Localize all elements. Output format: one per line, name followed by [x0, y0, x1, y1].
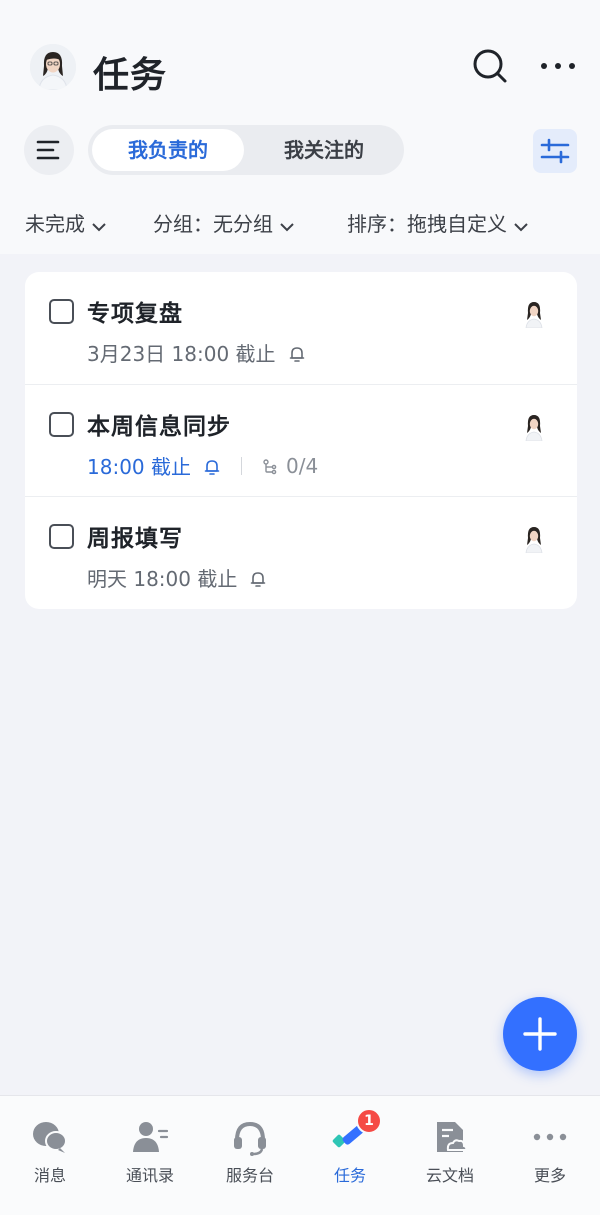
more-dots-icon	[531, 1118, 569, 1156]
group-filter-label: 分组：无分组	[153, 212, 273, 236]
nav-label: 通讯录	[125, 1166, 174, 1185]
task-list: 专项复盘 3月23日 18:00 截止 本周信息同步 18:00 截止 0/4 …	[25, 272, 577, 609]
nav-item-cloud-docs[interactable]: 云文档	[400, 1096, 500, 1215]
sort-filter-label: 排序：拖拽自定义	[347, 212, 507, 236]
nav-item-service-desk[interactable]: 服务台	[200, 1096, 300, 1215]
nav-item-more[interactable]: 更多	[500, 1096, 600, 1215]
chevron-down-icon	[513, 214, 529, 238]
sort-filter[interactable]: 排序：拖拽自定义	[347, 208, 529, 238]
tab-my-responsible[interactable]: 我负责的	[92, 129, 244, 171]
nav-item-contacts[interactable]: 通讯录	[100, 1096, 200, 1215]
status-filter-label: 未完成	[25, 212, 85, 236]
nav-label: 云文档	[425, 1166, 474, 1185]
add-task-button[interactable]	[503, 997, 577, 1071]
tab-row: 我负责的 我关注的	[0, 124, 600, 178]
task-scope-segmented-control: 我负责的 我关注的	[88, 125, 404, 175]
avatar[interactable]	[30, 44, 76, 90]
task-title: 专项复盘	[87, 301, 183, 327]
nav-label: 任务	[333, 1166, 366, 1185]
assignee-avatar[interactable]	[521, 298, 547, 328]
task-due: 明天 18:00 截止	[87, 563, 267, 592]
filter-settings-icon[interactable]	[533, 129, 577, 173]
assignee-avatar[interactable]	[521, 523, 547, 553]
bell-icon	[288, 344, 306, 362]
task-row[interactable]: 专项复盘 3月23日 18:00 截止	[25, 272, 577, 384]
bell-icon	[249, 569, 267, 587]
bell-icon	[203, 457, 221, 475]
task-checkbox[interactable]	[49, 524, 74, 549]
task-row[interactable]: 周报填写 明天 18:00 截止	[25, 496, 577, 608]
status-filter[interactable]: 未完成	[25, 208, 107, 238]
task-title: 周报填写	[87, 526, 183, 552]
plus-icon	[523, 1017, 557, 1051]
more-options-icon[interactable]	[538, 50, 578, 82]
task-due: 18:00 截止 0/4	[87, 451, 318, 480]
chevron-down-icon	[279, 214, 295, 238]
headset-icon	[231, 1118, 269, 1156]
cloud-doc-icon	[431, 1118, 469, 1156]
divider	[241, 456, 242, 475]
tab-my-following[interactable]: 我关注的	[248, 129, 400, 171]
filter-bar: 未完成 分组：无分组 排序：拖拽自定义	[0, 196, 600, 246]
top-bar: 任务	[0, 30, 600, 102]
task-title: 本周信息同步	[87, 414, 231, 440]
menu-icon[interactable]	[24, 125, 74, 175]
task-due: 3月23日 18:00 截止	[87, 338, 306, 367]
subtask-icon	[262, 457, 278, 475]
task-checkbox[interactable]	[49, 299, 74, 324]
nav-item-messages[interactable]: 消息	[0, 1096, 100, 1215]
assignee-avatar[interactable]	[521, 411, 547, 441]
contacts-icon	[131, 1118, 169, 1156]
subtask-count: 0/4	[286, 453, 319, 478]
bottom-nav: 消息 通讯录 服务台 1 任务 云文档 更多	[0, 1095, 600, 1215]
header: 任务 我负责的 我关注的 未完成 分组：无分组 排序：拖拽自定义	[0, 0, 600, 254]
task-due-text: 3月23日 18:00 截止	[87, 342, 276, 366]
tasks-page: 任务 我负责的 我关注的 未完成 分组：无分组 排序：拖拽自定义 专项复盘 3月…	[0, 0, 600, 1215]
nav-label: 服务台	[225, 1166, 274, 1185]
task-due-text: 18:00 截止	[87, 455, 191, 479]
notification-badge: 1	[356, 1108, 382, 1134]
page-title: 任务	[93, 55, 168, 96]
search-icon[interactable]	[470, 46, 510, 86]
group-filter[interactable]: 分组：无分组	[153, 208, 295, 238]
nav-label: 消息	[33, 1166, 66, 1185]
chevron-down-icon	[91, 214, 107, 238]
nav-label: 更多	[533, 1166, 566, 1185]
task-checkbox[interactable]	[49, 412, 74, 437]
task-due-text: 明天 18:00 截止	[87, 567, 238, 591]
nav-item-tasks[interactable]: 1 任务	[300, 1096, 400, 1215]
task-row[interactable]: 本周信息同步 18:00 截止 0/4	[25, 384, 577, 496]
chat-bubbles-icon	[31, 1118, 69, 1156]
